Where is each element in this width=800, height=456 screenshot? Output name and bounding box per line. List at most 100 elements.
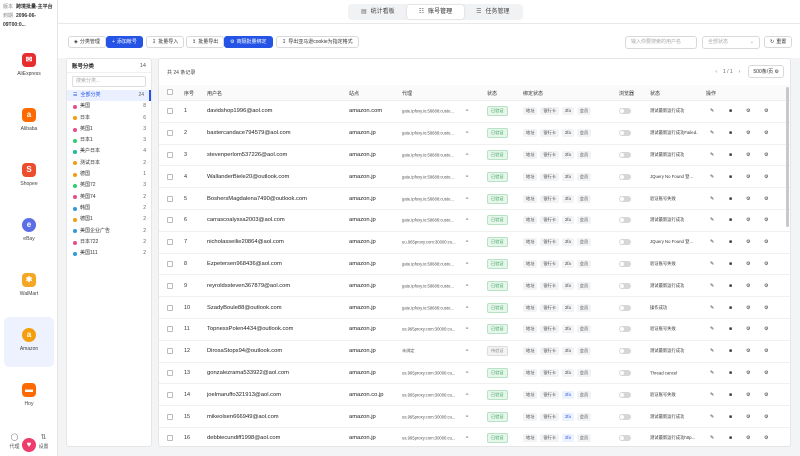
row-checkbox[interactable]	[167, 151, 173, 158]
table-row[interactable]: 8 Ezpetersen968436@aol.com amazon.jp gate.i…	[159, 254, 790, 276]
search-input[interactable]: 输入你要搜索的用户名	[625, 36, 697, 49]
link-icon[interactable]: ⚭	[465, 283, 469, 289]
tab-tasks[interactable]: ☰ 任务管理	[464, 5, 521, 19]
browser-toggle[interactable]	[619, 435, 631, 442]
platform-walmart[interactable]: ✱ WalMart	[4, 262, 54, 312]
table-row[interactable]: 2 baxtercandace794579@aol.com amazon.jp gat…	[159, 123, 790, 145]
platform-ebay[interactable]: e eBay	[4, 207, 54, 257]
table-row[interactable]: 15 mikeolsen666949@aol.com amazon.jp us.965…	[159, 406, 790, 428]
delete-icon[interactable]: ■	[729, 348, 732, 354]
settings-button[interactable]: ⇅ 设置	[38, 433, 48, 450]
browser-toggle[interactable]	[619, 151, 631, 158]
link-icon[interactable]: ⚭	[465, 435, 469, 441]
delete-icon[interactable]: ■	[729, 108, 732, 114]
table-row[interactable]: 5 BoshersMagdalena7490@outlook.com amazon.…	[159, 188, 790, 210]
row-checkbox[interactable]	[167, 260, 173, 267]
browser-toggle[interactable]	[619, 217, 631, 224]
delete-icon[interactable]: ■	[729, 435, 732, 441]
settings-icon[interactable]: ⚙	[746, 130, 750, 136]
row-checkbox[interactable]	[167, 413, 173, 420]
sync-icon[interactable]: ⚙	[764, 435, 768, 441]
sync-icon[interactable]: ⚙	[764, 326, 768, 332]
table-row[interactable]: 4 WallanderBiele20@outlook.com amazon.jp ga…	[159, 166, 790, 189]
sync-icon[interactable]: ⚙	[764, 283, 768, 289]
reset-button[interactable]: ↻ 重置	[764, 36, 793, 48]
row-checkbox[interactable]	[167, 239, 173, 246]
add-account-button[interactable]: + 添加帐号	[106, 36, 143, 48]
edit-icon[interactable]: ✎	[710, 239, 714, 245]
row-checkbox[interactable]	[167, 435, 173, 442]
category-item[interactable]: 韩国 2	[67, 203, 151, 214]
delete-icon[interactable]: ■	[729, 130, 732, 136]
settings-icon[interactable]: ⚙	[746, 239, 750, 245]
settings-icon[interactable]: ⚙	[746, 108, 750, 114]
edit-icon[interactable]: ✎	[710, 348, 714, 354]
category-item[interactable]: 日本722 2	[67, 237, 151, 248]
edit-icon[interactable]: ✎	[710, 174, 714, 180]
sync-icon[interactable]: ⚙	[764, 392, 768, 398]
table-row[interactable]: 9 reyroldssteven367879@aol.com amazon.jp ga…	[159, 275, 790, 298]
browser-toggle[interactable]	[619, 173, 631, 180]
settings-icon[interactable]: ⚙	[746, 370, 750, 376]
browser-toggle[interactable]	[619, 130, 631, 137]
platform-alibaba[interactable]: a Alibaba	[4, 97, 54, 147]
category-item[interactable]: 德国1 2	[67, 214, 151, 225]
sync-icon[interactable]: ⚙	[764, 108, 768, 114]
link-icon[interactable]: ⚭	[465, 261, 469, 267]
category-item-all[interactable]: ☰ 全部分类 24	[67, 90, 151, 102]
delete-icon[interactable]: ■	[729, 326, 732, 332]
sync-icon[interactable]: ⚙	[764, 174, 768, 180]
table-row[interactable]: 6 carrascoalyssa2003@aol.com amazon.jp gate…	[159, 210, 790, 232]
link-icon[interactable]: ⚭	[465, 370, 469, 376]
edit-icon[interactable]: ✎	[710, 196, 714, 202]
browser-toggle[interactable]	[619, 326, 631, 333]
sync-icon[interactable]: ⚙	[764, 305, 768, 311]
delete-icon[interactable]: ■	[729, 283, 732, 289]
browser-toggle[interactable]	[619, 348, 631, 355]
category-item[interactable]: 英国72 3	[67, 180, 151, 191]
table-scrollbar[interactable]	[786, 87, 789, 227]
page-size-select[interactable]: 500条/页 ⚙	[748, 65, 784, 78]
sync-icon[interactable]: ⚙	[764, 130, 768, 136]
row-checkbox[interactable]	[167, 326, 173, 333]
browser-toggle[interactable]	[619, 195, 631, 202]
row-checkbox[interactable]	[167, 304, 173, 311]
bulk-import-button[interactable]: ↧ 批量导入	[146, 36, 185, 48]
category-item[interactable]: 日本1 3	[67, 135, 151, 146]
browser-toggle[interactable]	[619, 369, 631, 376]
row-checkbox[interactable]	[167, 108, 173, 115]
settings-icon[interactable]: ⚙	[746, 435, 750, 441]
platform-shopee[interactable]: S Shopee	[4, 152, 54, 202]
settings-icon[interactable]: ⚙	[746, 326, 750, 332]
link-icon[interactable]: ⚭	[465, 239, 469, 245]
settings-icon[interactable]: ⚙	[746, 196, 750, 202]
settings-icon[interactable]: ⚙	[746, 305, 750, 311]
next-page-icon[interactable]: ›	[739, 69, 741, 75]
prev-page-icon[interactable]: ‹	[715, 69, 717, 75]
row-checkbox[interactable]	[167, 391, 173, 398]
select-all-checkbox[interactable]	[167, 89, 173, 95]
settings-icon[interactable]: ⚙	[746, 217, 750, 223]
platform-hoy[interactable]: ▬ Hoy	[4, 372, 54, 422]
export-cookie-button[interactable]: ↧ 导出亚马逊cookie为指定格式	[276, 36, 359, 48]
category-item[interactable]: 美户日本 4	[67, 146, 151, 157]
category-item[interactable]: 美国企业广告 2	[67, 226, 151, 237]
edit-icon[interactable]: ✎	[710, 305, 714, 311]
browser-toggle[interactable]	[619, 391, 631, 398]
platform-amazon[interactable]: a Amazon	[4, 317, 54, 367]
link-icon[interactable]: ⚭	[465, 217, 469, 223]
delete-icon[interactable]: ■	[729, 196, 732, 202]
link-icon[interactable]: ⚭	[465, 174, 469, 180]
settings-icon[interactable]: ⚙	[746, 174, 750, 180]
table-row[interactable]: 3 stevenperlom537226@aol.com amazon.jp gate…	[159, 145, 790, 167]
category-item[interactable]: 日本 6	[67, 113, 151, 124]
category-item[interactable]: 德国 1	[67, 169, 151, 180]
category-item[interactable]: 测试日本 2	[67, 158, 151, 169]
browser-toggle[interactable]	[619, 239, 631, 246]
table-row[interactable]: 12 DirosaStops94@outlook.com amazon.jp 未绑定 ⚭…	[159, 341, 790, 363]
sync-icon[interactable]: ⚙	[764, 217, 768, 223]
edit-icon[interactable]: ✎	[710, 217, 714, 223]
row-checkbox[interactable]	[167, 369, 173, 376]
delete-icon[interactable]: ■	[729, 370, 732, 376]
delete-icon[interactable]: ■	[729, 414, 732, 420]
